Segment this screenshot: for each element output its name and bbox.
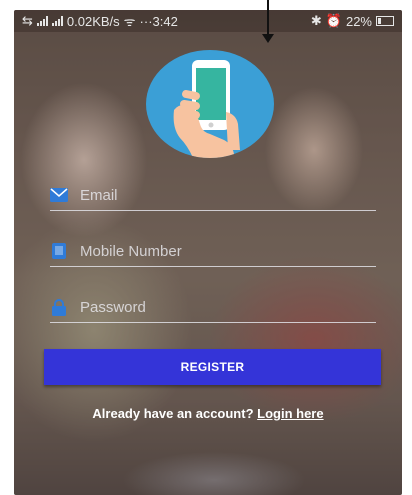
password-field[interactable] — [50, 292, 376, 323]
login-prompt: Already have an account? Login here — [14, 406, 402, 421]
bluetooth-icon: ✱ — [310, 13, 322, 28]
email-field[interactable] — [50, 180, 376, 211]
lock-icon — [50, 298, 68, 316]
annotation-arrow-head — [262, 34, 274, 43]
network-speed: 0.02KB/s — [66, 13, 120, 29]
signal-icon — [36, 16, 48, 26]
phone-in-hand-icon — [146, 50, 274, 158]
mobile-field[interactable] — [50, 236, 376, 267]
battery-percent: 22% — [345, 13, 372, 29]
envelope-icon — [50, 187, 68, 203]
password-input[interactable] — [80, 298, 360, 316]
login-link[interactable]: Login here — [257, 406, 323, 421]
register-button[interactable]: REGISTER — [44, 349, 381, 385]
phone-icon — [50, 243, 68, 259]
clock: ···3:42 — [139, 13, 178, 29]
usb-icon: ⇆ — [22, 13, 33, 28]
signal-icon-2 — [51, 16, 63, 26]
annotation-arrow-line — [267, 0, 269, 36]
login-prompt-text: Already have an account? — [92, 406, 258, 421]
app-screen: ⇆ 0.02KB/s ᯤ ···3:42 ✱ ⏰ 22% Email Mobil… — [14, 10, 402, 495]
status-bar: ⇆ 0.02KB/s ᯤ ···3:42 ✱ ⏰ 22% — [14, 10, 402, 32]
wifi-icon: ᯤ — [123, 14, 136, 29]
alarm-icon: ⏰ — [325, 13, 342, 28]
email-input[interactable] — [80, 186, 360, 204]
battery-icon — [376, 16, 394, 26]
mobile-input[interactable] — [80, 242, 360, 260]
